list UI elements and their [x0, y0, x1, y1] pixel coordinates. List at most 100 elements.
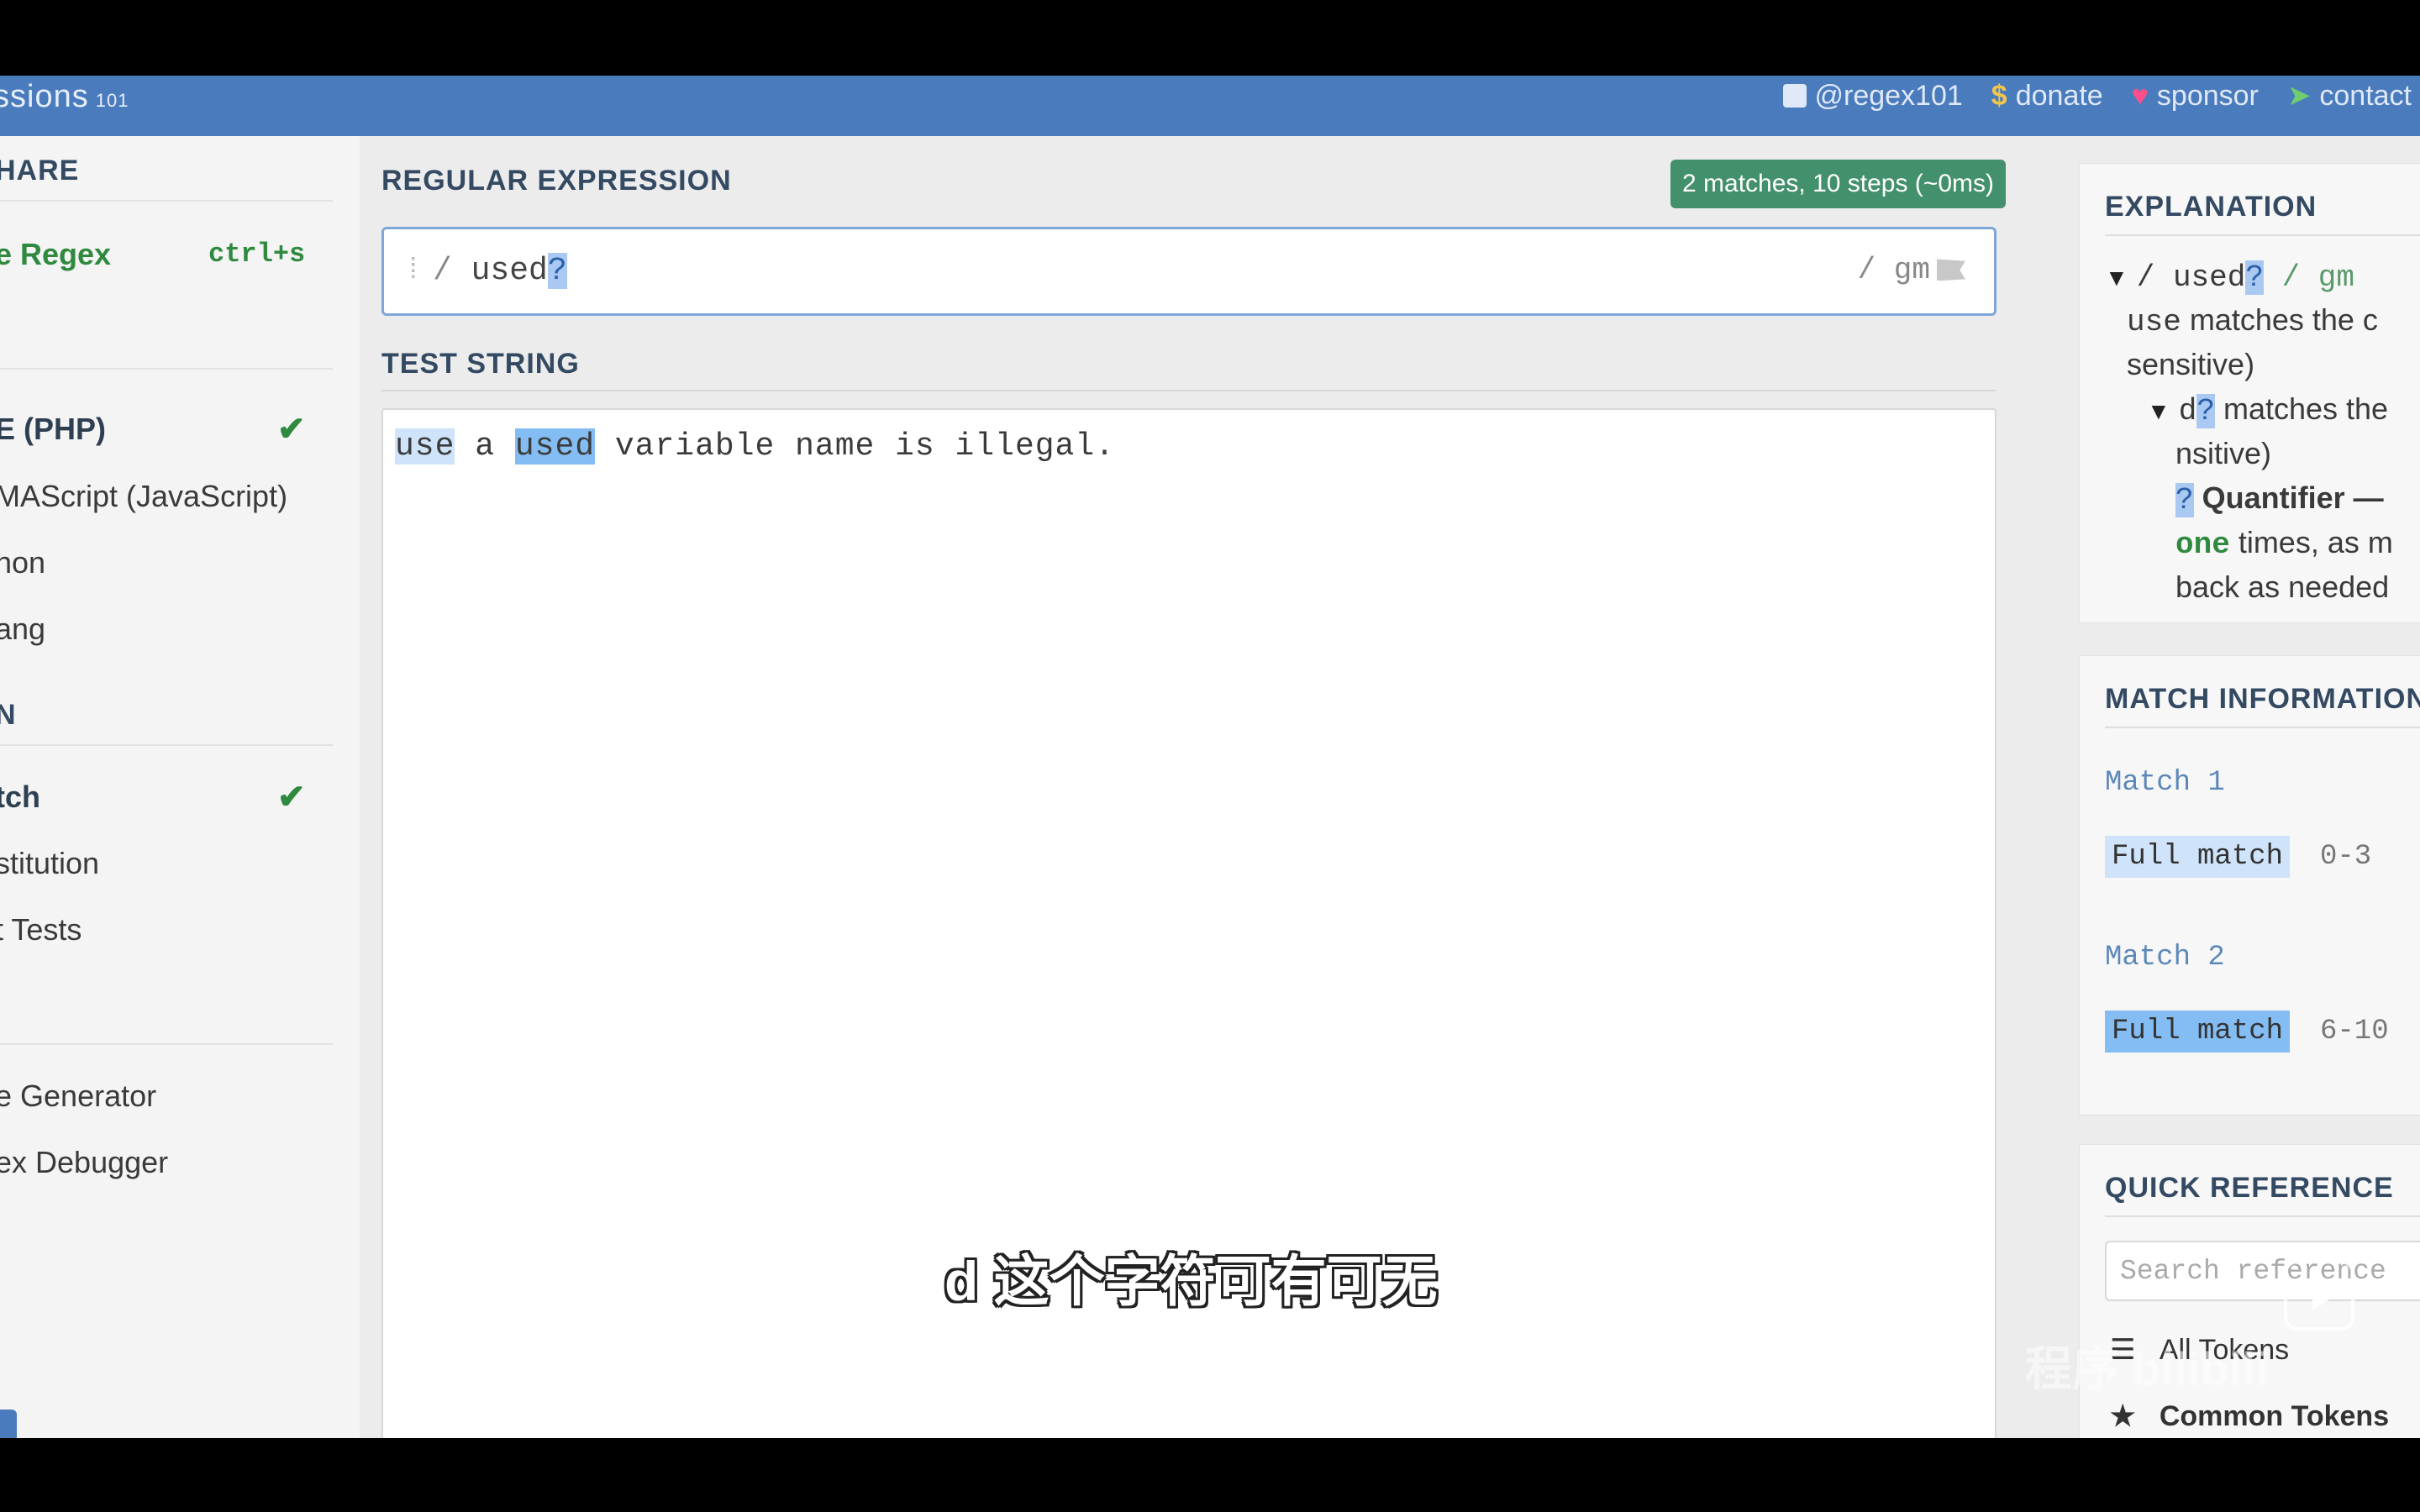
explanation-heading: EXPLANATION	[2105, 191, 2317, 223]
function-item-unit-tests[interactable]: t Tests	[0, 912, 82, 948]
explanation-text: matches the	[2214, 391, 2389, 426]
flavor-item-python[interactable]: hon	[0, 545, 45, 580]
explanation-token: use	[2127, 305, 2181, 339]
check-icon: ✔	[277, 779, 306, 816]
dollar-icon: $	[1991, 79, 2007, 112]
brand-small-text: 101	[95, 90, 129, 111]
video-subtitle: d 这个字符可有可无	[944, 1250, 1438, 1312]
quick-reference-heading: QUICK REFERENCE	[2105, 1172, 2394, 1204]
bilibili-watermark: 程序 bilibili	[2025, 1342, 2269, 1395]
test-text-segment: variable name is illegal.	[595, 428, 1115, 465]
match-highlight-2: used	[514, 428, 596, 465]
top-links: @regex101 $ donate ♥ sponsor ➤ contact	[1782, 79, 2412, 113]
regex-text: / used?	[424, 253, 567, 289]
paper-plane-icon: ➤	[2286, 80, 2312, 112]
match-highlight-1: use	[395, 428, 455, 465]
explanation-line: nsitive)	[2175, 436, 2272, 470]
quick-ref-common-tokens[interactable]: ★ Common Tokens	[2110, 1399, 2389, 1433]
regex-quantifier: ?	[547, 253, 567, 289]
caret-down-icon: ▼	[2105, 265, 2128, 291]
twitter-icon	[1782, 84, 1807, 108]
flavor-item-javascript[interactable]: MAScript (JavaScript)	[0, 479, 287, 514]
function-heading: N	[0, 699, 17, 731]
match-status-badge: 2 matches, 10 steps (~0ms)	[1670, 160, 2006, 208]
regex-flags[interactable]: / gm	[1858, 253, 1965, 287]
sponsor-link-label: sponsor	[2156, 79, 2259, 112]
explanation-root-pre: / used	[2136, 260, 2246, 295]
regex-body: used	[471, 253, 548, 289]
explanation-keyword: one	[2175, 528, 2230, 562]
quantifier-label: Quantifier —	[2193, 480, 2384, 515]
test-string-heading: TEST STRING	[381, 348, 580, 380]
match-1-range: 0-3	[2320, 841, 2372, 873]
match-2-range: 6-10	[2320, 1016, 2389, 1047]
explanation-line: sensitive)	[2127, 347, 2255, 381]
test-text-segment: a	[455, 428, 515, 465]
sidebar-divider	[0, 200, 333, 202]
sidebar-divider	[0, 368, 333, 370]
tool-item-code-generator[interactable]: e Generator	[0, 1079, 156, 1114]
explanation-line: one times, as m	[2175, 525, 2393, 562]
sidebar-tab-handle[interactable]	[0, 1410, 17, 1438]
caret-down-icon: ▼	[2147, 398, 2170, 424]
contact-link[interactable]: ➤ contact	[2287, 79, 2412, 113]
check-icon: ✔	[277, 411, 306, 448]
function-item-match[interactable]: tch	[0, 780, 40, 815]
explanation-root-quantifier: ?	[2245, 260, 2264, 295]
contact-link-label: contact	[2319, 79, 2412, 112]
reference-search-input[interactable]: Search reference	[2105, 1241, 2420, 1301]
explanation-token-quantifier: ?	[2196, 394, 2215, 428]
flavor-item-golang[interactable]: ang	[0, 612, 45, 647]
app-stage: ssions 101 @regex101 $ donate ♥ sponsor ➤ co…	[0, 76, 2420, 1438]
explanation-text: times, as m	[2229, 525, 2393, 559]
explanation-sub-node[interactable]: ▼ d? matches the	[2147, 391, 2388, 428]
twitter-link[interactable]: @regex101	[1782, 79, 1963, 113]
tool-item-regex-debugger[interactable]: ex Debugger	[0, 1145, 168, 1180]
explanation-root-post: / gm	[2263, 260, 2354, 295]
share-heading: HARE	[0, 155, 80, 186]
card-divider	[2105, 1215, 2420, 1217]
twitter-link-label: @regex101	[1814, 79, 1963, 112]
match-2-full-match[interactable]: Full match	[2105, 1011, 2291, 1053]
sidebar-divider	[0, 1043, 333, 1045]
right-panel: EXPLANATION ▼ / used? / gm use matches t…	[2050, 136, 2420, 1438]
test-string-text: use a used variable name is illegal.	[395, 428, 1115, 465]
explanation-root[interactable]: ▼ / used? / gm	[2105, 258, 2354, 295]
left-sidebar: HARE e Regex ctrl+s E (PHP) ✔ MAScript (…	[0, 136, 360, 1438]
play-icon[interactable]	[2284, 1260, 2354, 1331]
match-information-heading: MATCH INFORMATION	[2105, 683, 2420, 715]
explanation-text: matches the c	[2181, 302, 2378, 337]
star-icon: ★	[2110, 1400, 2136, 1432]
explanation-token-quantifier: ?	[2175, 483, 2194, 517]
save-shortcut: ctrl+s	[208, 239, 306, 270]
quick-ref-common-tokens-label: Common Tokens	[2159, 1400, 2390, 1432]
card-divider	[2105, 727, 2420, 728]
drag-handle-icon[interactable]: ⁞	[409, 253, 417, 286]
regex-input[interactable]: ⁞ / used? / gm	[381, 227, 1996, 316]
match-information-card: MATCH INFORMATION Match 1 Full match 0-3…	[2079, 655, 2420, 1116]
section-divider	[381, 390, 1996, 391]
sponsor-link[interactable]: ♥ sponsor	[2132, 79, 2259, 113]
explanation-line: ? Quantifier —	[2175, 480, 2384, 517]
site-brand[interactable]: ssions 101	[0, 79, 129, 115]
flavor-item-php[interactable]: E (PHP)	[0, 412, 106, 447]
flag-icon[interactable]	[1937, 259, 1965, 281]
explanation-line: back as needed	[2175, 570, 2390, 604]
brand-text: ssions	[0, 79, 89, 114]
save-regex-button[interactable]: e Regex	[0, 237, 111, 272]
match-1-full-match[interactable]: Full match	[2105, 836, 2291, 878]
heart-icon: ♥	[2131, 79, 2149, 112]
regex-flags-text: / gm	[1857, 253, 1930, 287]
explanation-card: EXPLANATION ▼ / used? / gm use matches t…	[2079, 163, 2420, 623]
match-1-title: Match 1	[2105, 767, 2225, 799]
explanation-token: d	[2178, 394, 2197, 428]
regex-open-delimiter: /	[433, 253, 452, 289]
match-2-title: Match 2	[2105, 942, 2225, 974]
top-navbar: ssions 101 @regex101 $ donate ♥ sponsor ➤ co…	[0, 76, 2420, 136]
sidebar-divider	[0, 744, 333, 746]
regex-heading: REGULAR EXPRESSION	[381, 165, 732, 197]
function-item-substitution[interactable]: stitution	[0, 846, 99, 881]
explanation-line: use matches the c	[2127, 302, 2378, 339]
donate-link[interactable]: $ donate	[1991, 79, 2103, 113]
donate-link-label: donate	[2015, 79, 2103, 112]
